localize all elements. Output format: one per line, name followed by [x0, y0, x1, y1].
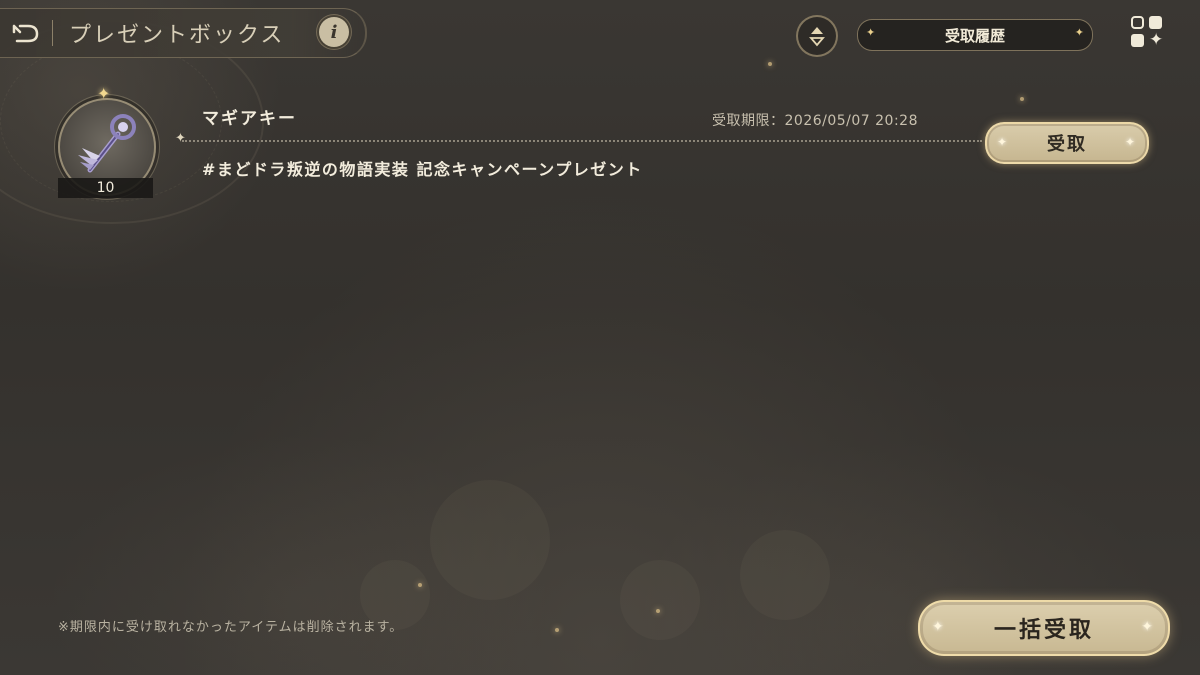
claim-button[interactable]: ✦ 受取 ✦	[985, 122, 1149, 164]
expiry-note: ※期限内に受け取れなかったアイテムは削除されます。	[58, 620, 404, 635]
sparkle	[656, 609, 660, 613]
claim-all-button[interactable]: ✦ 一括受取 ✦	[918, 600, 1170, 656]
sort-button[interactable]	[796, 15, 838, 57]
sparkle-icon: ✦	[175, 131, 186, 146]
row-divider	[182, 140, 982, 142]
title-bar: プレゼントボックス i	[0, 8, 367, 58]
sparkle-icon: ✦	[1124, 135, 1137, 149]
item-name: マギアキー	[202, 109, 297, 129]
claim-button-label: 受取	[1047, 134, 1087, 155]
sparkle	[768, 62, 772, 66]
sparkle	[418, 583, 422, 587]
item-deadline: 受取期限：2026/05/07 20:28	[712, 113, 918, 129]
sparkle	[1020, 97, 1024, 101]
back-arrow-icon	[12, 24, 39, 43]
bokeh-light	[430, 480, 550, 600]
claim-all-button-label: 一括受取	[993, 618, 1094, 643]
sparkle-icon: ✦	[932, 619, 947, 635]
sparkle-icon: ✦	[866, 26, 876, 39]
item-description: #まどドラ叛逆の物語実装 記念キャンペーンプレゼント	[202, 160, 643, 179]
item-count: 10	[58, 178, 153, 198]
info-button[interactable]: i	[319, 17, 349, 47]
history-button-label: 受取履歴	[944, 26, 1005, 45]
page-title: プレゼントボックス	[69, 23, 285, 48]
sparkle-icon: ✦	[1141, 619, 1156, 635]
bokeh-light	[740, 530, 830, 620]
sparkle-icon: ✦	[97, 84, 111, 103]
title-divider	[52, 20, 53, 46]
sparkle-icon: ✦	[997, 135, 1010, 149]
history-button[interactable]: ✦ 受取履歴 ✦	[857, 19, 1093, 51]
back-button[interactable]	[0, 9, 52, 57]
sparkle-icon: ✦	[1074, 26, 1084, 39]
bokeh-light	[620, 560, 700, 640]
sparkle	[555, 628, 559, 632]
menu-button[interactable]: ✦	[1128, 14, 1168, 54]
sort-icon	[809, 27, 825, 47]
